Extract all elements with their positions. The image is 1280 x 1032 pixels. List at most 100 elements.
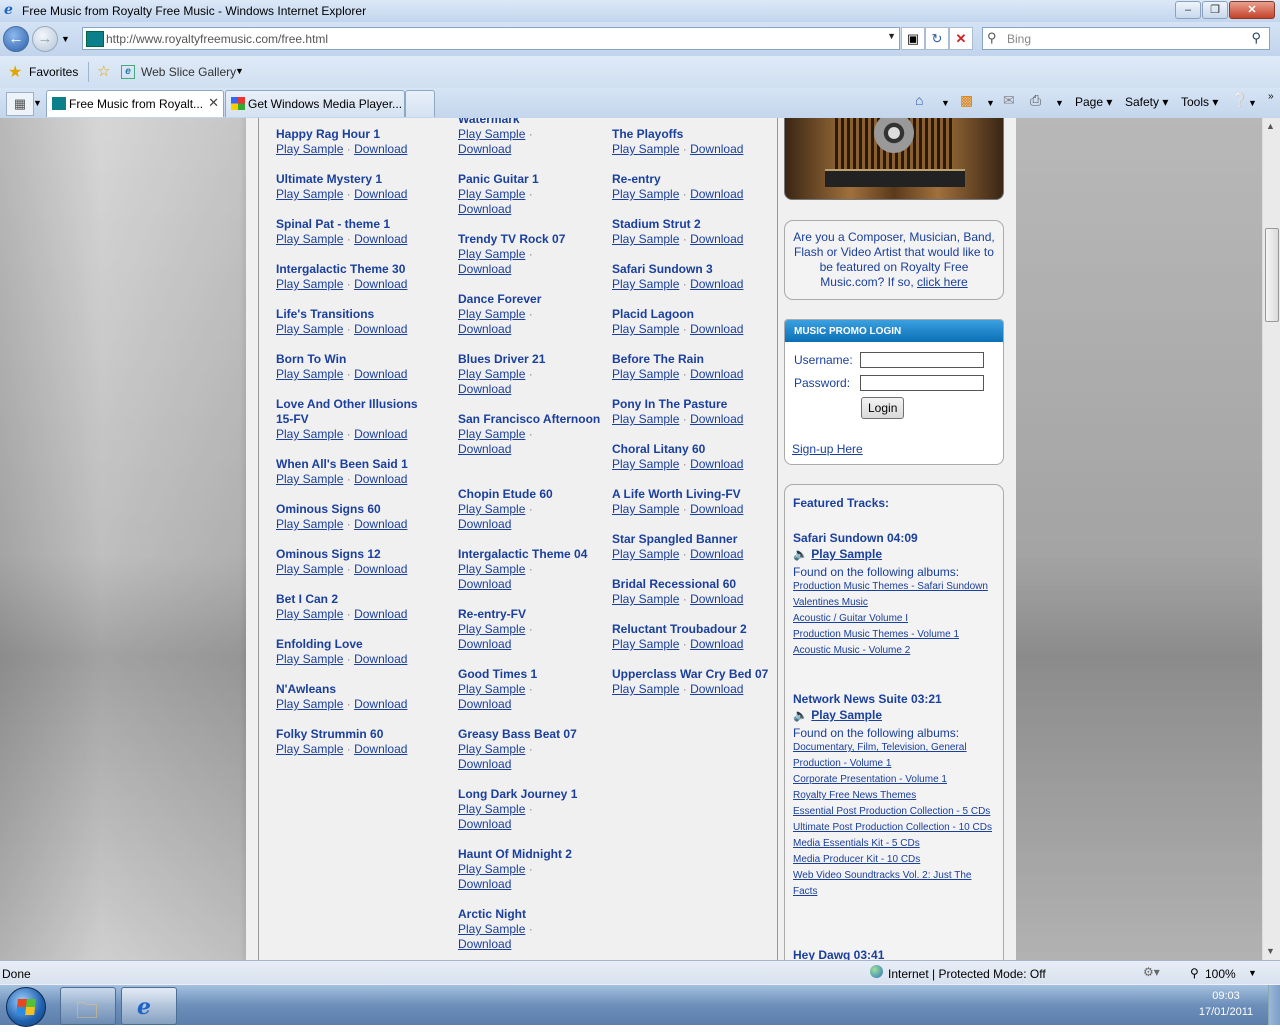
search-box[interactable]: ⚲ Bing ⚲ bbox=[982, 27, 1270, 50]
download-link[interactable]: Download bbox=[690, 547, 743, 561]
chevron-icon[interactable]: » bbox=[1268, 91, 1274, 102]
show-desktop-button[interactable] bbox=[1268, 985, 1280, 1025]
download-link[interactable]: Download bbox=[354, 472, 407, 486]
play-sample-link[interactable]: Play Sample bbox=[458, 187, 525, 201]
album-link[interactable]: Production Music Themes - Safari Sundown bbox=[793, 579, 993, 595]
play-sample-link[interactable]: Play Sample bbox=[612, 187, 679, 201]
tools-menu[interactable]: Tools ▾ bbox=[1181, 95, 1218, 109]
play-sample-link[interactable]: Play Sample bbox=[276, 517, 343, 531]
maximize-button[interactable]: ❐ bbox=[1202, 1, 1228, 19]
play-sample-link[interactable]: Play Sample bbox=[276, 607, 343, 621]
download-link[interactable]: Download bbox=[354, 742, 407, 756]
download-link[interactable]: Download bbox=[458, 817, 511, 831]
scroll-thumb[interactable] bbox=[1265, 228, 1279, 322]
play-sample-link[interactable]: Play Sample bbox=[612, 457, 679, 471]
play-sample-link[interactable]: Play Sample bbox=[458, 862, 525, 876]
download-link[interactable]: Download bbox=[354, 427, 407, 441]
download-link[interactable]: Download bbox=[354, 277, 407, 291]
add-favorite-icon[interactable]: ☆ bbox=[97, 62, 110, 80]
compatibility-icon[interactable]: ▣ bbox=[901, 27, 925, 50]
album-link[interactable]: Ultimate Post Production Collection - 10… bbox=[793, 820, 993, 836]
signup-link[interactable]: Sign-up Here bbox=[792, 442, 863, 456]
album-link[interactable]: Corporate Presentation - Volume 1 bbox=[793, 772, 993, 788]
search-icon[interactable]: ⚲ bbox=[1251, 30, 1261, 46]
play-sample-link[interactable]: Play Sample bbox=[612, 142, 679, 156]
play-sample-link[interactable]: Play Sample bbox=[458, 562, 525, 576]
album-link[interactable]: Media Essentials Kit - 5 CDs bbox=[793, 836, 993, 852]
play-sample-link[interactable]: Play Sample bbox=[612, 322, 679, 336]
download-link[interactable]: Download bbox=[354, 517, 407, 531]
album-link[interactable]: Production Music Themes - Volume 1 bbox=[793, 627, 993, 643]
play-sample-link[interactable]: Play Sample bbox=[276, 472, 343, 486]
download-link[interactable]: Download bbox=[690, 232, 743, 246]
play-sample-link[interactable]: Play Sample bbox=[458, 922, 525, 936]
zoom-icon[interactable]: ⚲ bbox=[1190, 966, 1199, 980]
web-slice-gallery-link[interactable]: Web Slice Gallery bbox=[141, 65, 236, 79]
download-link[interactable]: Download bbox=[458, 382, 511, 396]
play-sample-link[interactable]: Play Sample bbox=[276, 232, 343, 246]
play-sample-link[interactable]: Play Sample bbox=[276, 277, 343, 291]
address-field[interactable]: http://www.royaltyfreemusic.com/free.htm… bbox=[82, 27, 900, 50]
play-sample-link[interactable]: Play Sample bbox=[612, 412, 679, 426]
zone-status[interactable]: Internet | Protected Mode: Off bbox=[888, 967, 1046, 981]
play-sample-link[interactable]: Play Sample bbox=[276, 697, 343, 711]
play-sample-link[interactable]: Play Sample bbox=[458, 427, 525, 441]
download-link[interactable]: Download bbox=[690, 142, 743, 156]
download-link[interactable]: Download bbox=[690, 592, 743, 606]
download-link[interactable]: Download bbox=[690, 412, 743, 426]
play-sample-link[interactable]: Play Sample bbox=[276, 322, 343, 336]
play-sample-link[interactable]: Play Sample bbox=[458, 622, 525, 636]
download-link[interactable]: Download bbox=[354, 322, 407, 336]
play-sample-link[interactable]: Play Sample bbox=[458, 247, 525, 261]
close-button[interactable]: ✕ bbox=[1229, 1, 1275, 19]
username-field[interactable] bbox=[860, 352, 984, 368]
play-sample-link[interactable]: Play Sample bbox=[612, 277, 679, 291]
feeds-dropdown-icon[interactable]: ▼ bbox=[986, 98, 995, 108]
featured-play-sample-link[interactable]: Play Sample bbox=[811, 708, 882, 722]
download-link[interactable]: Download bbox=[354, 697, 407, 711]
mail-icon[interactable]: ✉ bbox=[1003, 92, 1015, 109]
quick-tabs-icon[interactable]: ▦ bbox=[6, 92, 34, 116]
home-dropdown-icon[interactable]: ▼ bbox=[941, 98, 950, 108]
play-sample-link[interactable]: Play Sample bbox=[276, 367, 343, 381]
play-sample-link[interactable]: Play Sample bbox=[458, 742, 525, 756]
download-link[interactable]: Download bbox=[354, 367, 407, 381]
vertical-scrollbar[interactable]: ▲ ▼ bbox=[1262, 118, 1280, 960]
download-link[interactable]: Download bbox=[690, 682, 743, 696]
click-here-link[interactable]: click here bbox=[917, 275, 968, 289]
system-clock[interactable]: 09:03 17/01/2011 bbox=[1186, 988, 1266, 1020]
favorites-button[interactable]: Favorites bbox=[29, 65, 78, 79]
play-sample-link[interactable]: Play Sample bbox=[612, 547, 679, 561]
download-link[interactable]: Download bbox=[690, 502, 743, 516]
download-link[interactable]: Download bbox=[354, 232, 407, 246]
help-icon[interactable]: ❔ bbox=[1231, 92, 1248, 109]
security-icon[interactable]: ⚙▾ bbox=[1143, 965, 1160, 979]
download-link[interactable]: Download bbox=[458, 142, 511, 156]
print-icon[interactable]: ⎙ bbox=[1030, 92, 1041, 109]
favorites-star-icon[interactable]: ★ bbox=[8, 62, 22, 82]
album-link[interactable]: Media Producer Kit - 10 CDs bbox=[793, 852, 993, 868]
zoom-level[interactable]: 100% bbox=[1205, 967, 1236, 981]
album-link[interactable]: Documentary, Film, Television, General P… bbox=[793, 740, 993, 772]
play-sample-link[interactable]: Play Sample bbox=[276, 142, 343, 156]
play-sample-link[interactable]: Play Sample bbox=[458, 127, 525, 141]
download-link[interactable]: Download bbox=[458, 322, 511, 336]
taskbar-ie-button[interactable]: e bbox=[121, 987, 177, 1025]
play-sample-link[interactable]: Play Sample bbox=[276, 562, 343, 576]
download-link[interactable]: Download bbox=[458, 757, 511, 771]
history-dropdown-icon[interactable]: ▼ bbox=[61, 34, 70, 44]
play-sample-link[interactable]: Play Sample bbox=[612, 502, 679, 516]
tab-list-dropdown-icon[interactable]: ▼ bbox=[33, 98, 42, 108]
scroll-up-icon[interactable]: ▲ bbox=[1266, 121, 1275, 131]
play-sample-link[interactable]: Play Sample bbox=[458, 502, 525, 516]
new-tab-button[interactable] bbox=[405, 90, 435, 117]
featured-play-sample-link[interactable]: Play Sample bbox=[811, 547, 882, 561]
play-sample-link[interactable]: Play Sample bbox=[612, 682, 679, 696]
download-link[interactable]: Download bbox=[690, 367, 743, 381]
album-link[interactable]: Web Video Soundtracks Vol. 2: Just The F… bbox=[793, 868, 993, 900]
album-link[interactable]: Royalty Free News Themes bbox=[793, 788, 993, 804]
download-link[interactable]: Download bbox=[458, 877, 511, 891]
close-tab-icon[interactable]: ✕ bbox=[208, 95, 219, 111]
download-link[interactable]: Download bbox=[354, 607, 407, 621]
play-sample-link[interactable]: Play Sample bbox=[458, 682, 525, 696]
